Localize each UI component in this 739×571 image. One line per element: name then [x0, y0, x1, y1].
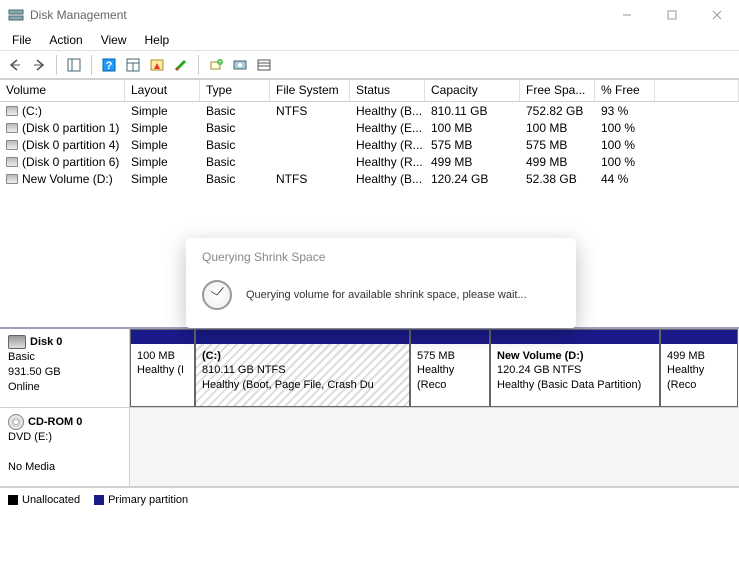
col-free[interactable]: Free Spa... [520, 80, 595, 101]
volume-row[interactable]: (Disk 0 partition 6)SimpleBasicHealthy (… [0, 153, 739, 170]
disk-row: CD-ROM 0DVD (E:)No Media [0, 408, 739, 487]
col-spacer [655, 80, 739, 101]
svg-text:+: + [218, 60, 222, 66]
partition[interactable]: 100 MBHealthy (I [130, 329, 195, 407]
menu-file[interactable]: File [4, 31, 39, 49]
volume-row[interactable]: New Volume (D:)SimpleBasicNTFSHealthy (B… [0, 170, 739, 187]
col-type[interactable]: Type [200, 80, 270, 101]
title-bar: Disk Management [0, 0, 739, 30]
menu-bar: File Action View Help [0, 30, 739, 50]
partition[interactable]: New Volume (D:)120.24 GB NTFSHealthy (Ba… [490, 329, 660, 407]
legend-swatch-primary [94, 495, 104, 505]
settings-button[interactable] [122, 54, 144, 76]
legend: Unallocated Primary partition [0, 487, 739, 511]
show-hide-console-tree-button[interactable] [63, 54, 85, 76]
rescan-button[interactable]: + [205, 54, 227, 76]
properties-button[interactable] [170, 54, 192, 76]
close-button[interactable] [694, 0, 739, 30]
volume-row[interactable]: (Disk 0 partition 4)SimpleBasicHealthy (… [0, 136, 739, 153]
partition[interactable]: (C:)810.11 GB NTFSHealthy (Boot, Page Fi… [195, 329, 410, 407]
shrink-query-dialog: Querying Shrink Space Querying volume fo… [186, 238, 576, 328]
menu-view[interactable]: View [93, 31, 135, 49]
drive-icon [6, 140, 18, 150]
disk-icon [8, 335, 26, 349]
col-filesystem[interactable]: File System [270, 80, 350, 101]
window-title: Disk Management [30, 8, 604, 22]
volume-row[interactable]: (C:)SimpleBasicNTFSHealthy (B...810.11 G… [0, 102, 739, 119]
disk-row: Disk 0Basic931.50 GBOnline100 MBHealthy … [0, 329, 739, 408]
maximize-button[interactable] [649, 0, 694, 30]
forward-button[interactable] [28, 54, 50, 76]
legend-unallocated: Unallocated [22, 494, 80, 506]
col-percent[interactable]: % Free [595, 80, 655, 101]
partition[interactable]: 499 MBHealthy (Reco [660, 329, 738, 407]
volume-row[interactable]: (Disk 0 partition 1)SimpleBasicHealthy (… [0, 119, 739, 136]
partition-container: 100 MBHealthy (I(C:)810.11 GB NTFSHealth… [130, 329, 739, 407]
partition[interactable]: 575 MBHealthy (Reco [410, 329, 490, 407]
legend-swatch-unallocated [8, 495, 18, 505]
legend-primary: Primary partition [108, 494, 188, 506]
col-volume[interactable]: Volume [0, 80, 125, 101]
drive-icon [6, 174, 18, 184]
dialog-title: Querying Shrink Space [186, 238, 576, 268]
clock-icon [202, 280, 232, 310]
graphical-view: Disk 0Basic931.50 GBOnline100 MBHealthy … [0, 327, 739, 487]
app-icon [8, 7, 24, 23]
col-layout[interactable]: Layout [125, 80, 200, 101]
drive-icon [6, 157, 18, 167]
volume-list: Volume Layout Type File System Status Ca… [0, 79, 739, 187]
disk-header[interactable]: CD-ROM 0DVD (E:)No Media [0, 408, 130, 486]
col-status[interactable]: Status [350, 80, 425, 101]
dialog-message: Querying volume for available shrink spa… [246, 289, 527, 301]
drive-icon [6, 106, 18, 116]
list-view-button[interactable] [253, 54, 275, 76]
help-button[interactable]: ? [98, 54, 120, 76]
svg-text:?: ? [106, 60, 113, 72]
menu-action[interactable]: Action [41, 31, 90, 49]
cdrom-icon [8, 414, 24, 430]
minimize-button[interactable] [604, 0, 649, 30]
menu-help[interactable]: Help [137, 31, 178, 49]
drive-icon [6, 123, 18, 133]
refresh-button[interactable] [146, 54, 168, 76]
partition-container [130, 408, 739, 486]
attach-vhd-button[interactable] [229, 54, 251, 76]
disk-header[interactable]: Disk 0Basic931.50 GBOnline [0, 329, 130, 407]
back-button[interactable] [4, 54, 26, 76]
toolbar: ? + [0, 51, 739, 79]
col-capacity[interactable]: Capacity [425, 80, 520, 101]
column-headers: Volume Layout Type File System Status Ca… [0, 80, 739, 102]
